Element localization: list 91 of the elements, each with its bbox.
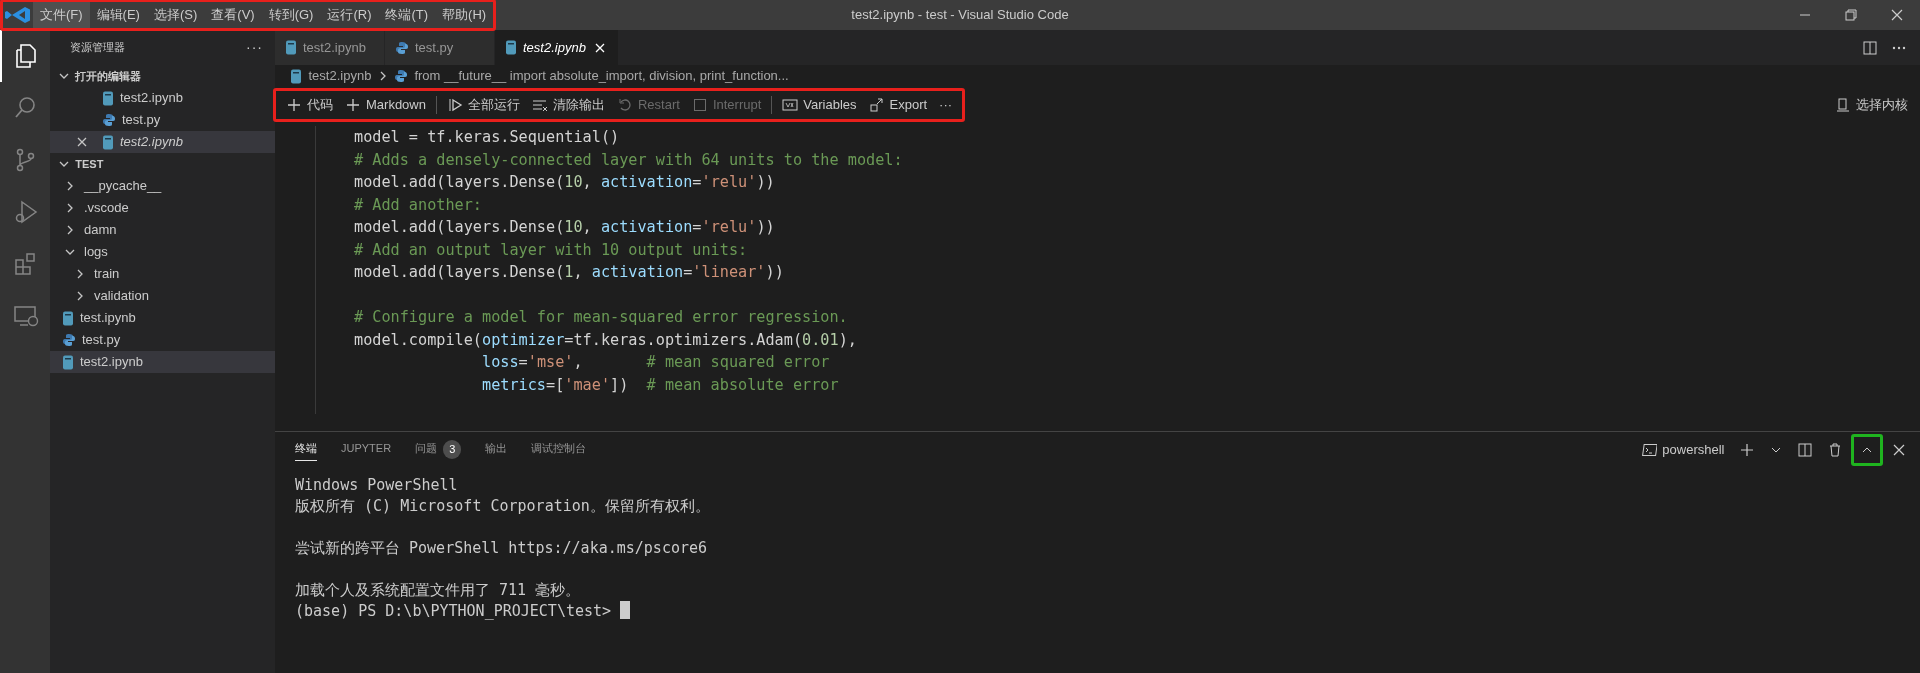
restore-icon[interactable] [1843, 7, 1859, 23]
chevron-up-button[interactable] [1850, 433, 1883, 466]
menu-item[interactable]: 文件(F) [33, 2, 90, 28]
select-kernel-button[interactable]: 选择内核 [1828, 93, 1914, 117]
open-editor-item[interactable]: test.py [50, 109, 275, 131]
folder-item[interactable]: damn [50, 219, 275, 241]
menu-item[interactable]: 转到(G) [261, 2, 321, 28]
open-editor-item[interactable]: test2.ipynb [50, 87, 275, 109]
terminal-line: 版权所有 (C) Microsoft Corporation。保留所有权利。 [295, 497, 710, 515]
file-item[interactable]: test.ipynb [50, 307, 275, 329]
code-line: model = tf.keras.Sequential() [354, 127, 621, 148]
notebook-icon [102, 134, 114, 150]
folder-item[interactable]: __pycache__ [50, 175, 275, 197]
plus-icon [345, 97, 361, 113]
menu-item[interactable]: 选择(S) [146, 2, 205, 28]
python-icon [62, 333, 76, 347]
code-line: # Add an output layer with 10 output units: [354, 239, 749, 261]
code-line: model.add(layers.Dense(10, activation='relu')) [354, 172, 776, 193]
terminal-line: 加载个人及系统配置文件用了 711 毫秒。 [295, 581, 581, 599]
terminal-line: 尝试新的跨平台 PowerShell https://aka.ms/pscore6 [295, 539, 708, 557]
run-all-icon [446, 97, 463, 113]
menu-item[interactable]: 终端(T) [378, 2, 436, 28]
code-line: # Adds a densely-connected layer with 64 units to the model: [354, 149, 904, 171]
notebook-icon [285, 40, 297, 55]
section-header[interactable]: TEST [50, 153, 275, 175]
panel-tab[interactable]: 调试控制台 [531, 438, 587, 461]
notebook-icon [62, 354, 74, 370]
code-line: # Add another: [354, 194, 483, 216]
split-editor-icon[interactable] [1862, 39, 1878, 56]
toolbar-button[interactable]: 清除输出 [525, 93, 611, 117]
folder-item[interactable]: validation [50, 285, 275, 307]
panel-tab[interactable]: 输出 [485, 438, 508, 461]
chevron-down-icon [1771, 446, 1781, 453]
file-item[interactable]: test2.ipynb [50, 351, 275, 373]
code-line: metrics=['mae']) # mean absolute error [481, 374, 840, 396]
export-icon [868, 97, 885, 113]
editor-tab[interactable]: test2.ipynb [495, 30, 619, 65]
menu-item[interactable]: 查看(V) [204, 2, 262, 28]
close-icon[interactable] [1889, 7, 1905, 23]
plus-icon [286, 97, 302, 113]
more-button[interactable]: ··· [246, 37, 263, 58]
toolbar-button[interactable]: Markdown [339, 93, 432, 117]
folder-item[interactable]: .vscode [50, 197, 275, 219]
toolbar-button[interactable]: 代码 [280, 93, 339, 117]
count-badge: 3 [443, 440, 462, 459]
notebook-icon [102, 90, 114, 106]
panel-tab[interactable]: 终端 [295, 438, 317, 461]
notebook-icon [505, 40, 517, 55]
code-line: model.add(layers.Dense(10, activation='relu')) [354, 217, 776, 238]
folder-item[interactable]: train [50, 263, 275, 285]
toolbar-button[interactable]: Variables [776, 93, 863, 117]
toolbar-button[interactable]: ··· [933, 93, 959, 117]
restart-icon [616, 97, 633, 113]
terminal-line: (base) PS D:\b\PYTHON_PROJECT\test> [295, 602, 613, 620]
plus-icon [1738, 441, 1755, 458]
code-line: # Configure a model for mean-squared error regression. [354, 307, 849, 328]
window-title: test2.ipynb - test - Visual Studio Code [851, 6, 1069, 24]
code-line: model.compile(optimizer=tf.keras.optimizers.Adam(0.01), [354, 329, 858, 351]
breadcrumb-item[interactable]: from __future__ import absolute_import, division, print_function... [414, 66, 789, 86]
panel-tab[interactable]: 问题 [415, 438, 438, 461]
notebook-icon [290, 68, 302, 84]
folder-item[interactable]: logs [50, 241, 275, 263]
open-editor-item[interactable]: test2.ipynb [50, 131, 275, 153]
terminal-icon [1641, 441, 1658, 458]
kernel-icon [1834, 97, 1851, 113]
python-icon [102, 113, 116, 127]
section-header[interactable]: 打开的编辑器 [50, 65, 275, 87]
notebook-icon [62, 310, 74, 326]
code-line: model.add(layers.Dense(1, activation='linear')) [354, 262, 785, 283]
file-item[interactable]: test.py [50, 329, 275, 351]
split-icon [1797, 441, 1814, 458]
panel-tab[interactable]: JUPYTER [341, 438, 392, 461]
menu-item[interactable]: 编辑(E) [89, 2, 147, 28]
breadcrumb-item[interactable]: test2.ipynb [308, 66, 372, 86]
python-icon [395, 40, 409, 55]
toolbar-button[interactable]: Export [862, 93, 934, 117]
menu-item[interactable]: 运行(R) [320, 2, 379, 28]
code-line: loss='mse', # mean squared error [481, 352, 831, 373]
python-icon [393, 69, 408, 83]
app-logo-icon [3, 5, 33, 25]
editor-tab[interactable]: test.py [385, 30, 495, 65]
sidebar-title: 资源管理器 [70, 40, 125, 56]
editor-tab[interactable]: test2.ipynb [275, 30, 385, 65]
terminal-selector[interactable]: powershell [1635, 437, 1731, 462]
menu-item[interactable]: 帮助(H) [435, 2, 494, 28]
clear-icon [531, 97, 548, 113]
terminal-line: Windows PowerShell [295, 476, 458, 494]
toolbar-button[interactable]: 全部运行 [440, 93, 526, 117]
chevron-up-icon [1861, 446, 1872, 453]
stop-icon [691, 97, 708, 113]
variables-icon [782, 97, 799, 113]
